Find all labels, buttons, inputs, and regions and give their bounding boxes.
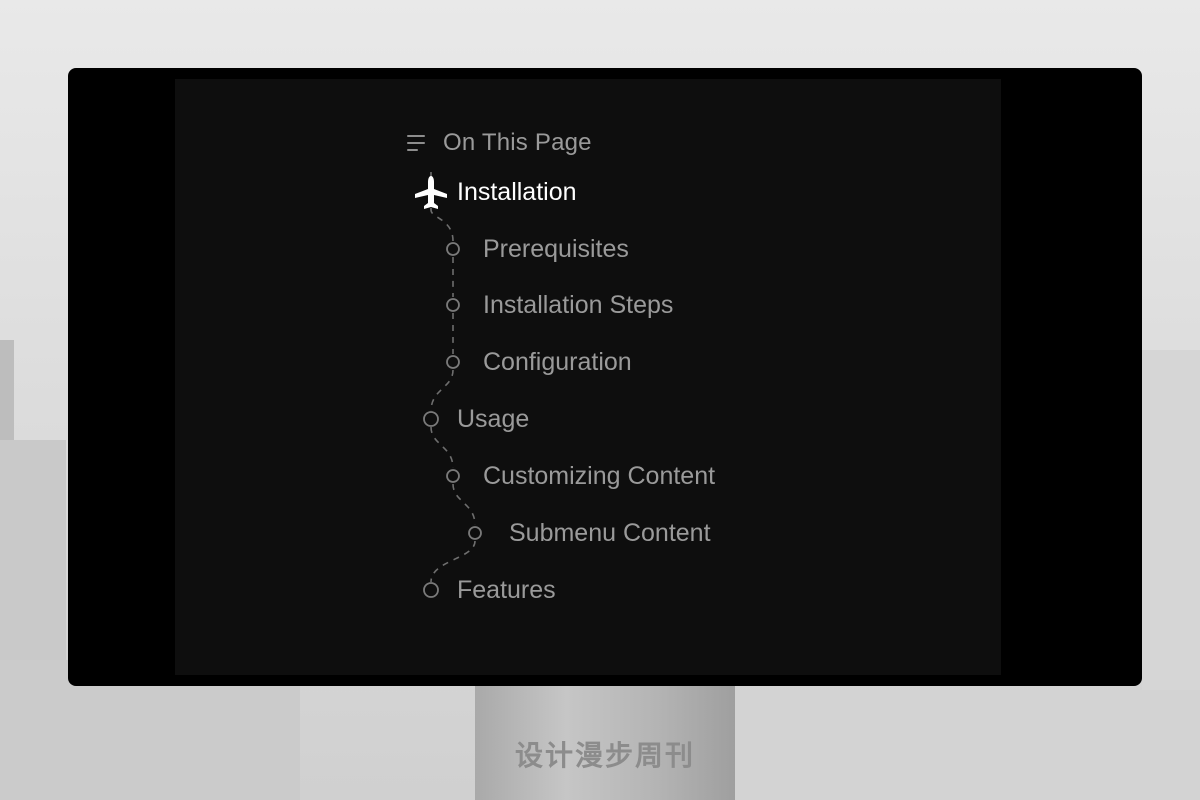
circle-dot-icon xyxy=(446,469,460,483)
monitor-stand: 设计漫步周刊 xyxy=(475,686,735,800)
circle-dot-icon xyxy=(423,582,439,598)
monitor-screen: On This Page Installation Prerequisites In… xyxy=(175,79,1001,675)
toc-link-customizing-content[interactable]: Customizing Content xyxy=(483,461,715,491)
toc-link-submenu-content[interactable]: Submenu Content xyxy=(509,518,711,548)
table-of-contents: On This Page Installation Prerequisites In… xyxy=(405,129,905,629)
circle-dot-icon xyxy=(468,526,482,540)
stand-watermark-text: 设计漫步周刊 xyxy=(514,739,695,772)
background-room: 设计漫步周刊 On This Page Installation Prerequi… xyxy=(0,0,1200,800)
airplane-icon xyxy=(415,176,447,209)
circle-dot-icon xyxy=(423,411,439,427)
toc-link-installation[interactable]: Installation xyxy=(457,177,577,207)
toc-link-prerequisites[interactable]: Prerequisites xyxy=(483,234,629,264)
circle-dot-icon xyxy=(446,355,460,369)
toc-link-installation-steps[interactable]: Installation Steps xyxy=(483,290,673,320)
toc-link-usage[interactable]: Usage xyxy=(457,404,529,434)
toc-link-configuration[interactable]: Configuration xyxy=(483,347,632,377)
circle-dot-icon xyxy=(446,298,460,312)
circle-dot-icon xyxy=(446,242,460,256)
toc-link-features[interactable]: Features xyxy=(457,575,556,605)
background-wall-panel xyxy=(0,340,14,440)
monitor-bezel: On This Page Installation Prerequisites In… xyxy=(68,68,1142,686)
background-floor xyxy=(735,690,1200,800)
